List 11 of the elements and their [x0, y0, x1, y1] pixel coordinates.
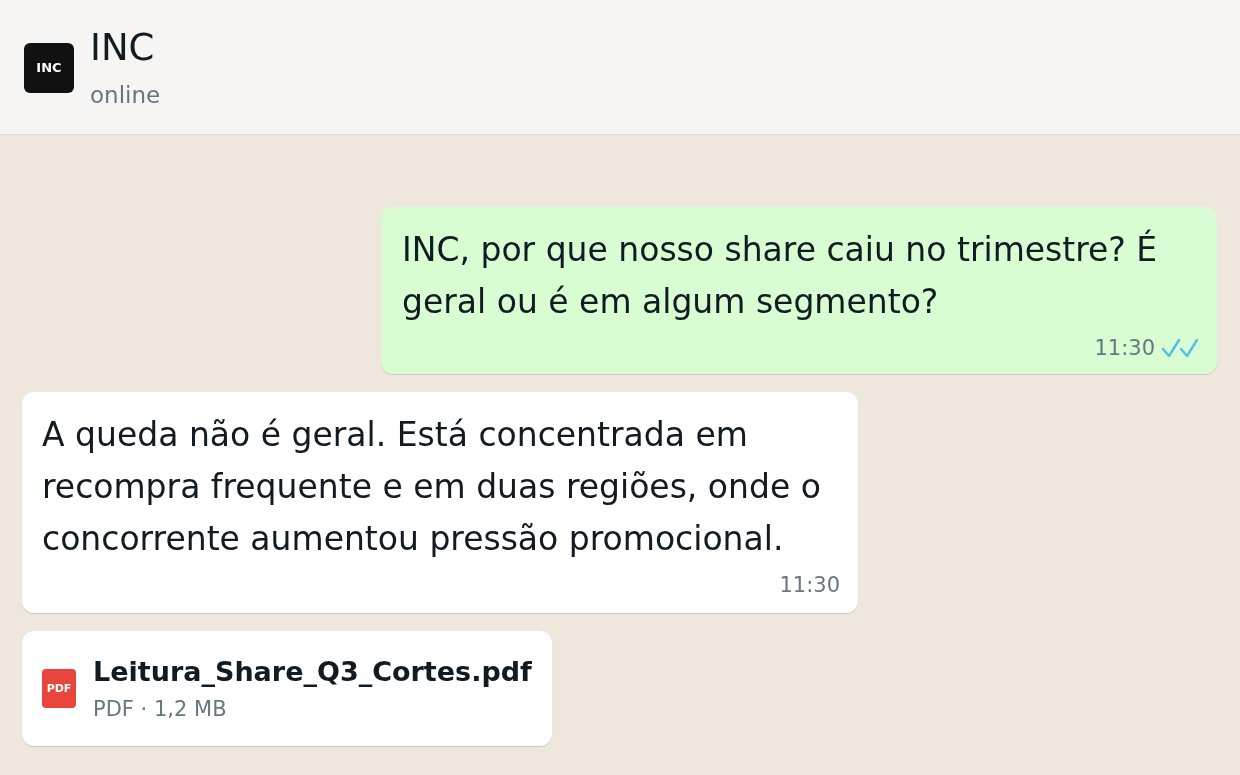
message-time: 11:30 — [1094, 336, 1155, 360]
pdf-file-icon: PDF — [42, 669, 76, 708]
message-text: INC, por que nosso share caiu no trimestre? É geral ou é em algum segmento? — [402, 228, 1159, 323]
message-time: 11:30 — [779, 573, 840, 597]
contact-name: INC — [90, 26, 156, 70]
contact-status: online — [90, 81, 161, 110]
file-attachment[interactable]: PDF Leitura_Share_Q3_Cortes.pdf PDF · 1,2 MB — [22, 631, 552, 746]
file-size: PDF · 1,2 MB — [93, 695, 228, 723]
file-name: Leitura_Share_Q3_Cortes.pdf — [93, 654, 532, 689]
message-text: A queda não é geral. Está concentrada em recompra frequente e em duas regiões, onde o concorrente aumentou pressão promocional. — [42, 414, 822, 560]
avatar: INC — [24, 42, 74, 93]
